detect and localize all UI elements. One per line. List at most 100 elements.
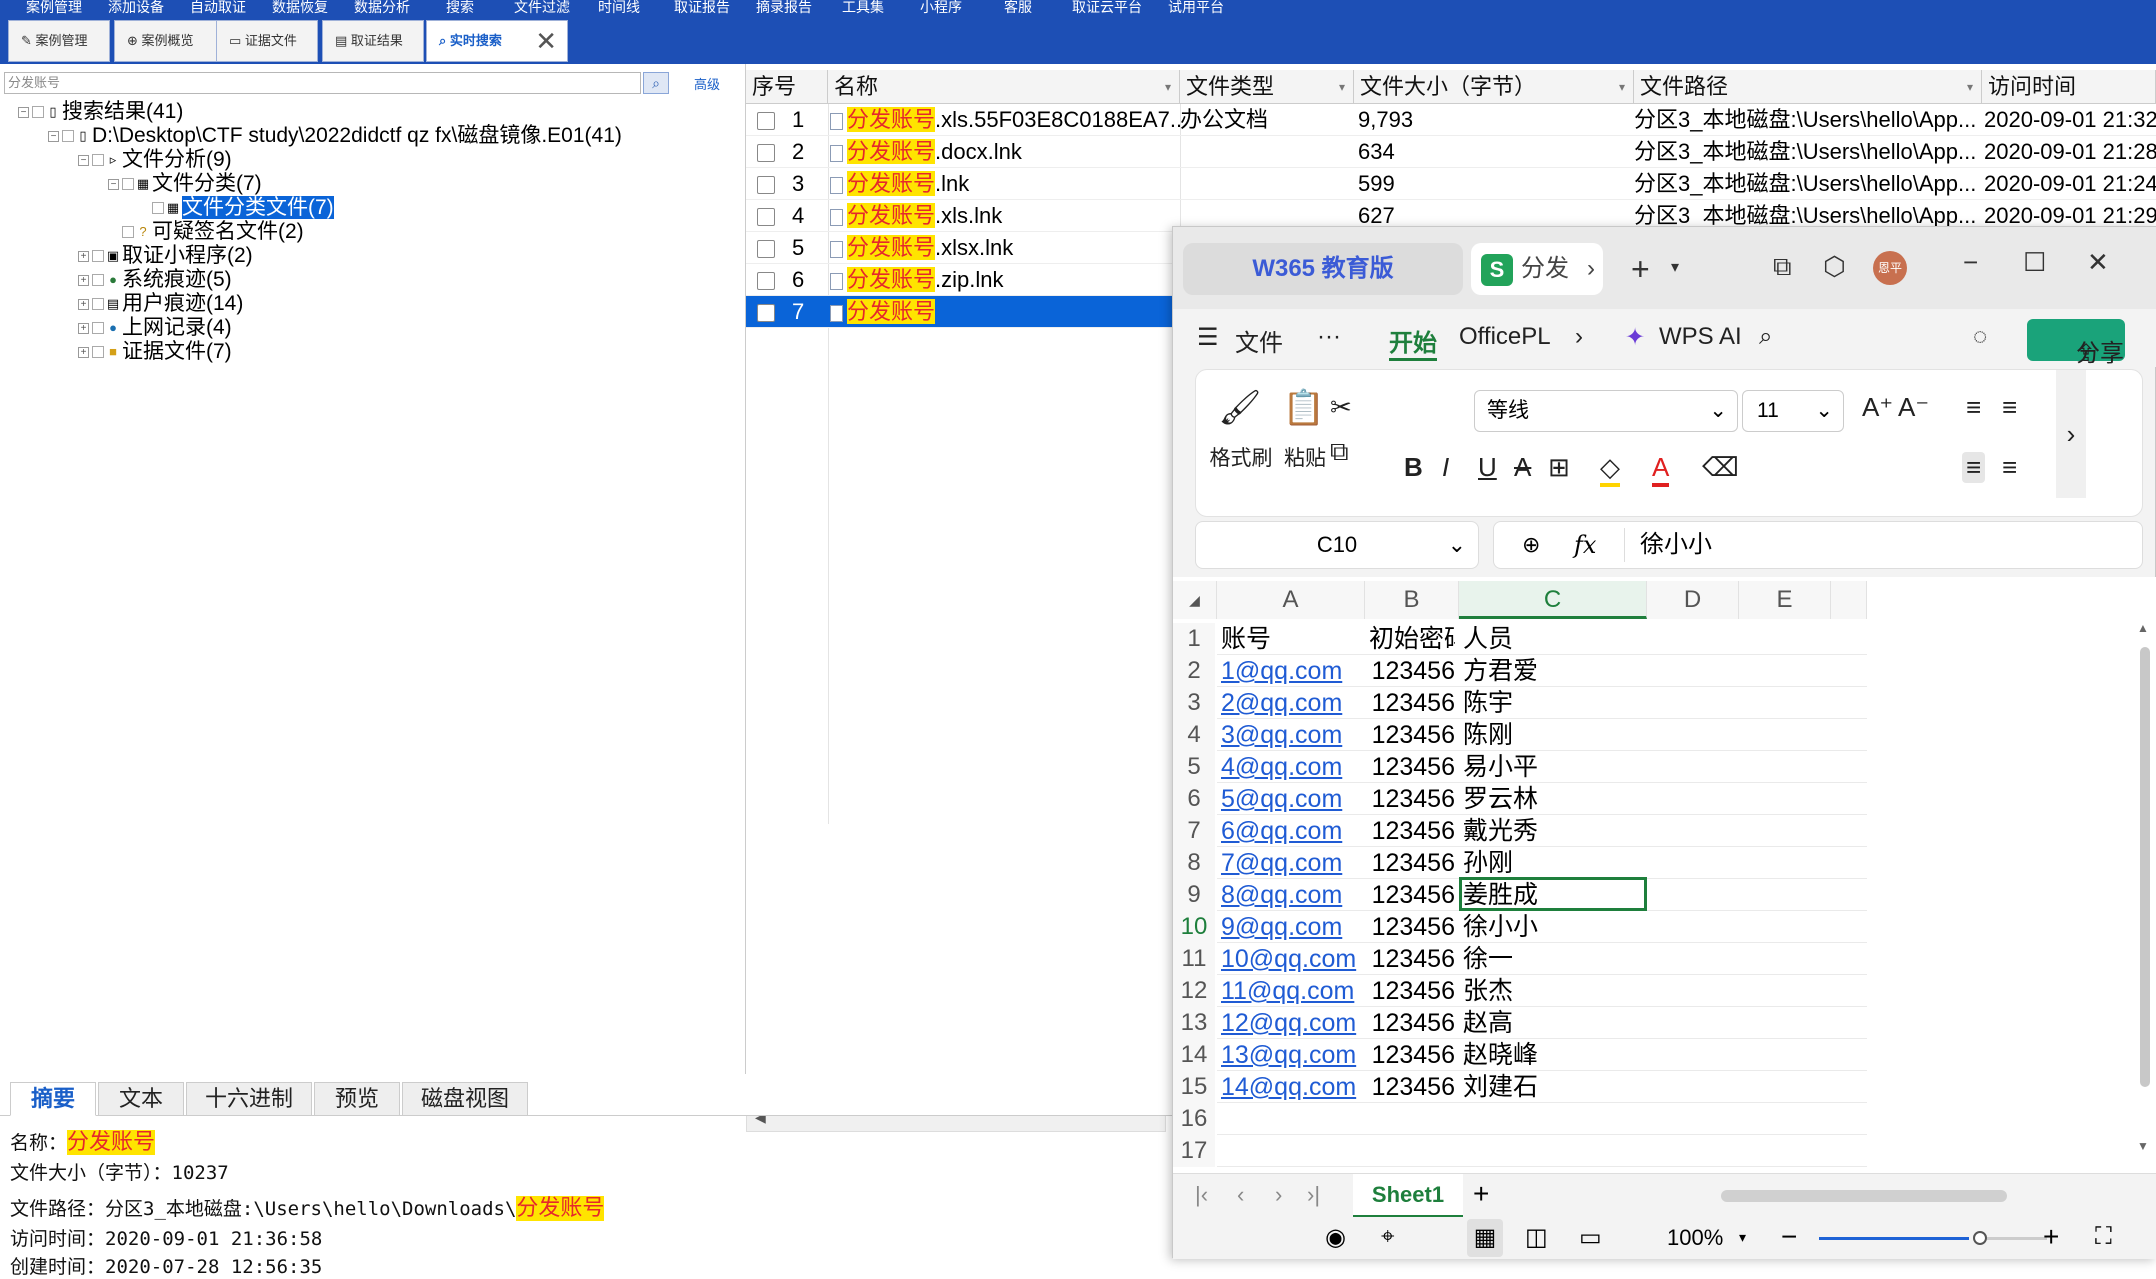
tree-checkbox[interactable] <box>92 250 104 263</box>
tab-forensic-results[interactable]: ▤ 取证结果 <box>322 20 424 62</box>
collapse-icon[interactable]: − <box>48 130 59 142</box>
row-checkbox[interactable] <box>757 304 775 322</box>
col-header-a[interactable]: A <box>1217 581 1365 619</box>
col-header-name[interactable]: 名称 ▾ <box>828 70 1180 104</box>
cell-c[interactable]: 徐小小 <box>1463 911 1643 943</box>
cell-b[interactable]: 123456 <box>1365 975 1455 1007</box>
row-header[interactable]: 3 <box>1173 687 1215 719</box>
hamburger-icon[interactable]: ☰ <box>1197 323 1219 352</box>
chevron-right-icon[interactable]: › <box>1575 323 1583 351</box>
wps-brand-tab[interactable]: W365 教育版 <box>1183 243 1463 295</box>
strikethrough-icon[interactable]: A <box>1514 452 1531 483</box>
new-tab-icon[interactable]: + <box>1631 251 1650 288</box>
chevron-down-icon[interactable]: ▾ <box>1739 1229 1746 1246</box>
filter-icon[interactable]: ▾ <box>1967 70 1973 104</box>
fill-color-icon[interactable]: ◇ <box>1600 452 1620 487</box>
scroll-down-icon[interactable]: ▼ <box>2137 1139 2149 1153</box>
fx-icon[interactable]: fx <box>1574 522 1596 568</box>
prev-sheet-icon[interactable]: ‹ <box>1237 1182 1244 1208</box>
cell-b[interactable]: 123456 <box>1365 751 1455 783</box>
window-icon[interactable]: ⧉ <box>1773 251 1792 283</box>
cell-b[interactable]: 初始密码 <box>1365 623 1455 655</box>
tree-checkbox[interactable] <box>32 106 44 119</box>
cell-b[interactable]: 123456 <box>1365 719 1455 751</box>
row-checkbox[interactable] <box>757 112 775 130</box>
menu-timeline[interactable]: 时间线 <box>598 0 640 14</box>
tree-node-user-traces[interactable]: + ▤ 用户痕迹(14) <box>78 292 243 316</box>
scroll-up-icon[interactable]: ▲ <box>2137 621 2149 635</box>
cell-a[interactable]: 14@qq.com <box>1221 1071 1365 1103</box>
tree-checkbox[interactable] <box>92 322 104 335</box>
row-checkbox[interactable] <box>757 176 775 194</box>
expand-icon[interactable]: + <box>78 346 89 358</box>
cell-a[interactable]: 11@qq.com <box>1221 975 1365 1007</box>
expand-icon[interactable]: + <box>78 250 89 262</box>
filter-icon[interactable]: ▾ <box>1165 70 1171 104</box>
row-checkbox[interactable] <box>757 240 775 258</box>
cell-name-box[interactable]: C10 ⌄ <box>1195 521 1479 569</box>
page-layout-icon[interactable]: ◫ <box>1525 1223 1548 1252</box>
menu-mini-program[interactable]: 小程序 <box>920 0 962 14</box>
tab-realtime-search[interactable]: ⌕ 实时搜索 ✕ <box>426 20 568 62</box>
font-select[interactable]: 等线 ⌄ <box>1474 390 1738 432</box>
row-checkbox[interactable] <box>757 144 775 162</box>
collapse-icon[interactable]: − <box>18 106 29 118</box>
filter-icon[interactable]: ▾ <box>1619 70 1625 104</box>
menu-support[interactable]: 客服 <box>1004 0 1032 14</box>
cell-c[interactable]: 罗云林 <box>1463 783 1643 815</box>
italic-icon[interactable]: I <box>1442 452 1449 483</box>
menu-add-device[interactable]: 添加设备 <box>108 0 164 14</box>
align-center-icon[interactable]: ≡ <box>2002 452 2017 483</box>
collapse-icon[interactable]: − <box>78 154 89 166</box>
more-icon[interactable]: ··· <box>1317 323 1341 351</box>
cell-a[interactable]: 6@qq.com <box>1221 815 1365 847</box>
row-header[interactable]: 9 <box>1173 879 1215 911</box>
next-sheet-icon[interactable]: › <box>1275 1182 1282 1208</box>
eye-icon[interactable]: ◉ <box>1325 1223 1346 1252</box>
col-header-d[interactable]: D <box>1647 581 1739 619</box>
horizontal-scrollbar[interactable] <box>1721 1190 2007 1202</box>
fullscreen-icon[interactable]: ⛶ <box>2095 1223 2112 1251</box>
tree-node-mini-programs[interactable]: + ▣ 取证小程序(2) <box>78 244 253 268</box>
border-icon[interactable]: ⊞ <box>1548 452 1570 483</box>
paste-icon[interactable]: 📋 <box>1280 388 1328 428</box>
row-header[interactable]: 13 <box>1173 1007 1215 1039</box>
cell-b[interactable]: 123456 <box>1365 879 1455 911</box>
zoom-out-icon[interactable]: − <box>1781 1221 1797 1253</box>
cell-c[interactable] <box>1463 1135 1643 1167</box>
tree-checkbox[interactable] <box>152 202 164 215</box>
row-header[interactable]: 2 <box>1173 655 1215 687</box>
cell-c[interactable] <box>1463 1103 1643 1135</box>
align-middle-icon[interactable]: ≡ <box>2002 392 2017 423</box>
col-header-path[interactable]: 文件路径 ▾ <box>1634 70 1982 104</box>
menu-cloud-platform[interactable]: 取证云平台 <box>1072 0 1142 14</box>
paste-button[interactable]: 粘贴 <box>1272 442 1338 472</box>
cell-a[interactable]: 10@qq.com <box>1221 943 1365 975</box>
col-header-size[interactable]: 文件大小（字节） ▾ <box>1354 70 1634 104</box>
zoom-level[interactable]: 100% <box>1667 1225 1723 1251</box>
col-header-no[interactable]: 序号 <box>746 70 828 104</box>
cell-c[interactable]: 赵高 <box>1463 1007 1643 1039</box>
spreadsheet-grid[interactable]: ◢ A B C D E 1账号初始密码人员21@qq.com123456方君爱3… <box>1173 577 2156 1173</box>
cell-c[interactable]: 人员 <box>1463 623 1643 655</box>
table-row[interactable]: 2 分发账号.docx.lnk 634 分区3_本地磁盘:\Users\hell… <box>746 136 2156 168</box>
collapse-icon[interactable]: − <box>108 178 119 190</box>
cell-b[interactable]: 123456 <box>1365 847 1455 879</box>
cell-b[interactable]: 123456 <box>1365 815 1455 847</box>
tab-case-manage[interactable]: ✎ 案例管理 <box>8 20 110 62</box>
font-color-icon[interactable]: A <box>1652 452 1670 487</box>
tree-checkbox[interactable] <box>62 130 74 143</box>
col-header-type[interactable]: 文件类型 ▾ <box>1180 70 1354 104</box>
decrease-font-icon[interactable]: A⁻ <box>1898 392 1929 423</box>
row-header[interactable]: 1 <box>1173 623 1215 655</box>
row-header[interactable]: 8 <box>1173 847 1215 879</box>
locate-icon[interactable]: ⌖ <box>1381 1223 1395 1251</box>
menu-wps-ai[interactable]: WPS AI <box>1659 323 1742 351</box>
row-header[interactable]: 7 <box>1173 815 1215 847</box>
menu-trial-platform[interactable]: 试用平台 <box>1168 0 1224 14</box>
cell-c[interactable]: 易小平 <box>1463 751 1643 783</box>
scroll-thumb[interactable] <box>2140 647 2150 1087</box>
menu-data-recovery[interactable]: 数据恢复 <box>272 0 328 14</box>
row-header[interactable]: 6 <box>1173 783 1215 815</box>
menu-file[interactable]: 文件 <box>1235 323 1283 358</box>
